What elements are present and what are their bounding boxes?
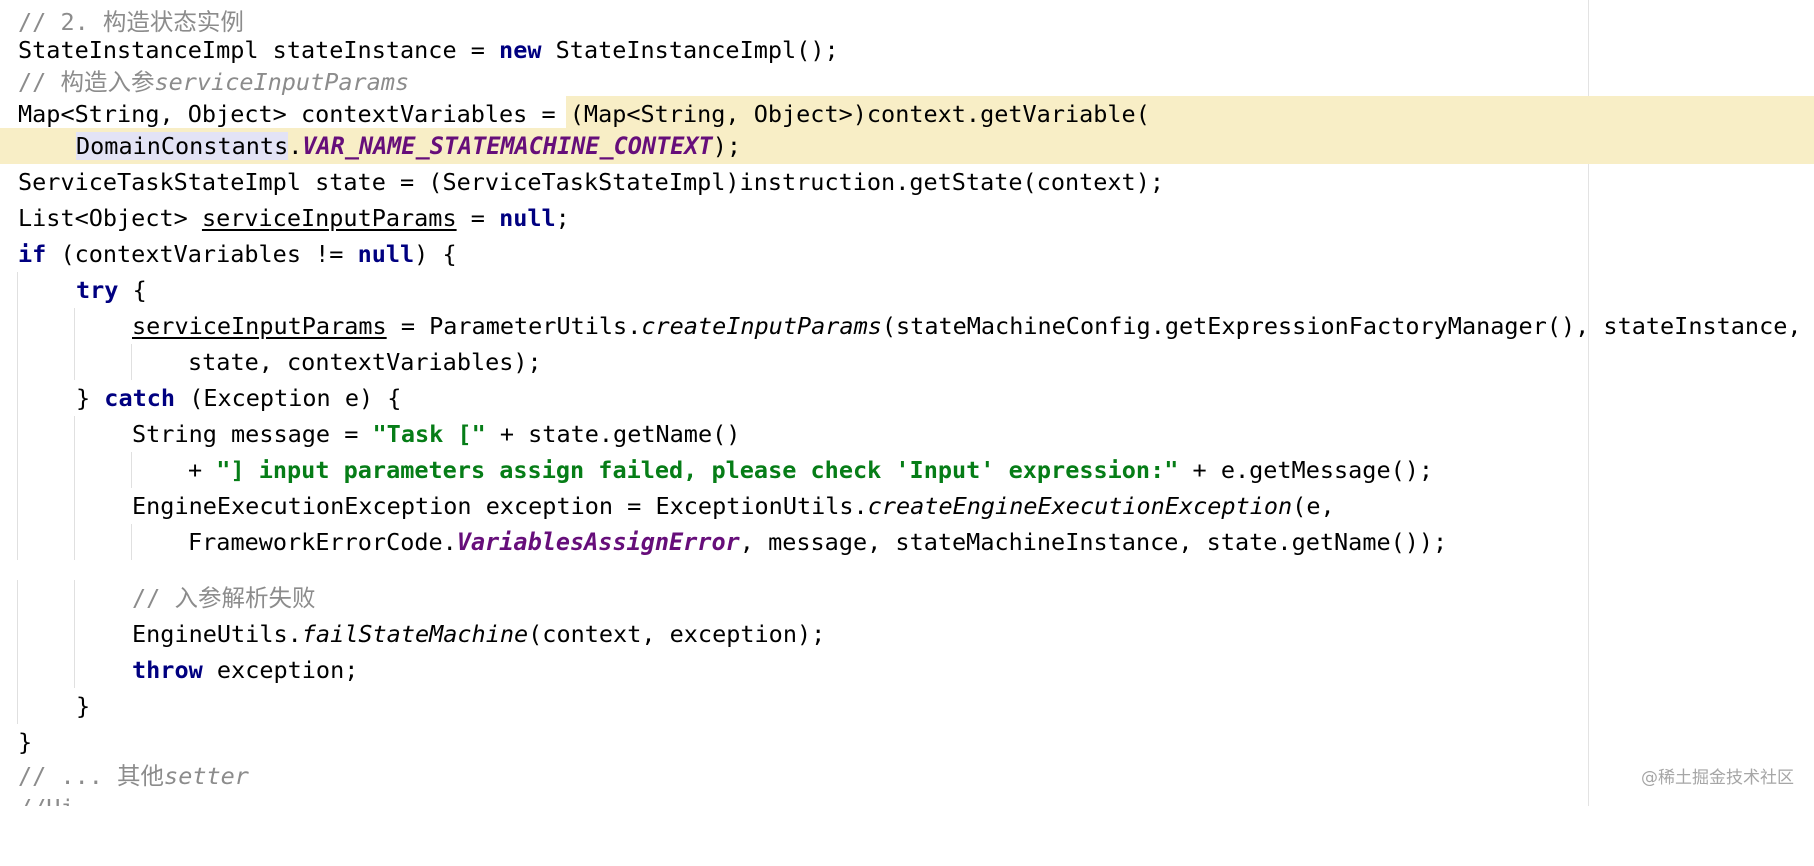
code-line-text: } catch (Exception e) { (76, 384, 402, 412)
code-line-9: try { (0, 272, 1814, 308)
code-line-12: } catch (Exception e) { (0, 380, 1814, 416)
indent-guide (17, 524, 18, 560)
code-line-text: serviceInputParams = ParameterUtils.crea… (132, 312, 1802, 340)
indent-guide (74, 416, 75, 452)
indent-guide (17, 580, 18, 616)
indent-guide (17, 308, 18, 344)
indent-guide (17, 344, 18, 380)
code-line-text: + "] input parameters assign failed, ple… (188, 456, 1434, 484)
indent-guide (131, 344, 132, 380)
indent-guide (17, 488, 18, 524)
code-line-3: // 构造入参serviceInputParams (0, 64, 1814, 100)
code-line-text: state, contextVariables); (188, 348, 542, 376)
code-line-text: DomainConstants.VAR_NAME_STATEMACHINE_CO… (76, 132, 741, 160)
code-line-18: EngineUtils.failStateMachine(context, ex… (0, 616, 1814, 652)
indent-guide (17, 688, 18, 724)
indent-guide (74, 488, 75, 524)
code-line-text: } (76, 692, 91, 720)
code-line-14: + "] input parameters assign failed, ple… (0, 452, 1814, 488)
indent-guide (74, 344, 75, 380)
indent-guide (17, 416, 18, 452)
code-line-22: // ... 其他setter (0, 758, 1814, 794)
code-line-text: StateInstanceImpl stateInstance = new St… (18, 36, 839, 64)
code-line-5: DomainConstants.VAR_NAME_STATEMACHINE_CO… (0, 128, 1814, 164)
code-line-8: if (contextVariables != null) { (0, 236, 1814, 272)
code-line-text: EngineUtils.failStateMachine(context, ex… (132, 620, 826, 648)
indent-guide (17, 380, 18, 416)
indent-guide (74, 580, 75, 616)
indent-guide (17, 272, 18, 308)
code-line-10: serviceInputParams = ParameterUtils.crea… (0, 308, 1814, 344)
indent-guide (74, 308, 75, 344)
code-line-15: EngineExecutionException exception = Exc… (0, 488, 1814, 524)
code-line-text: if (contextVariables != null) { (18, 240, 457, 268)
code-line-4: Map<String, Object> contextVariables = (… (0, 96, 1814, 132)
indent-guide (74, 524, 75, 560)
code-line-6: ServiceTaskStateImpl state = (ServiceTas… (0, 164, 1814, 200)
code-line-text: ServiceTaskStateImpl state = (ServiceTas… (18, 168, 1165, 196)
code-line-text: //Hi (18, 790, 75, 806)
code-line-19: throw exception; (0, 652, 1814, 688)
code-line-2: StateInstanceImpl stateInstance = new St… (0, 32, 1814, 68)
code-line-17: // 入参解析失败 (0, 580, 1814, 616)
indent-guide (17, 616, 18, 652)
code-line-text: try { (76, 276, 147, 304)
code-line-text: } (18, 728, 33, 756)
code-line-text: // 入参解析失败 (132, 584, 316, 612)
code-editor[interactable]: // 2. 构造状态实例 StateInstanceImpl stateInst… (0, 0, 1814, 806)
code-line-23-partial: //Hi (0, 790, 1814, 806)
watermark-text: @稀土掘金技术社区 (1641, 768, 1794, 788)
indent-guide (74, 616, 75, 652)
indent-guide (131, 524, 132, 560)
code-line-13: String message = "Task [" + state.getNam… (0, 416, 1814, 452)
code-line-11: state, contextVariables); (0, 344, 1814, 380)
indent-guide (74, 652, 75, 688)
code-line-text: Map<String, Object> contextVariables = (… (18, 100, 1150, 128)
indent-guide (17, 452, 18, 488)
code-line-21: } (0, 724, 1814, 760)
code-line-text: String message = "Task [" + state.getNam… (132, 420, 741, 448)
code-line-7: List<Object> serviceInputParams = null; (0, 200, 1814, 236)
code-line-16: FrameworkErrorCode.VariablesAssignError,… (0, 524, 1814, 560)
code-line-text: FrameworkErrorCode.VariablesAssignError,… (188, 528, 1448, 556)
indent-guide (74, 452, 75, 488)
code-line-20: } (0, 688, 1814, 724)
code-line-text: // 构造入参serviceInputParams (18, 68, 410, 96)
code-line-text: // ... 其他setter (18, 762, 249, 790)
indent-guide (17, 652, 18, 688)
code-line-text: throw exception; (132, 656, 359, 684)
code-line-text: List<Object> serviceInputParams = null; (18, 204, 570, 232)
code-line-text: EngineExecutionException exception = Exc… (132, 492, 1335, 520)
indent-guide (131, 452, 132, 488)
